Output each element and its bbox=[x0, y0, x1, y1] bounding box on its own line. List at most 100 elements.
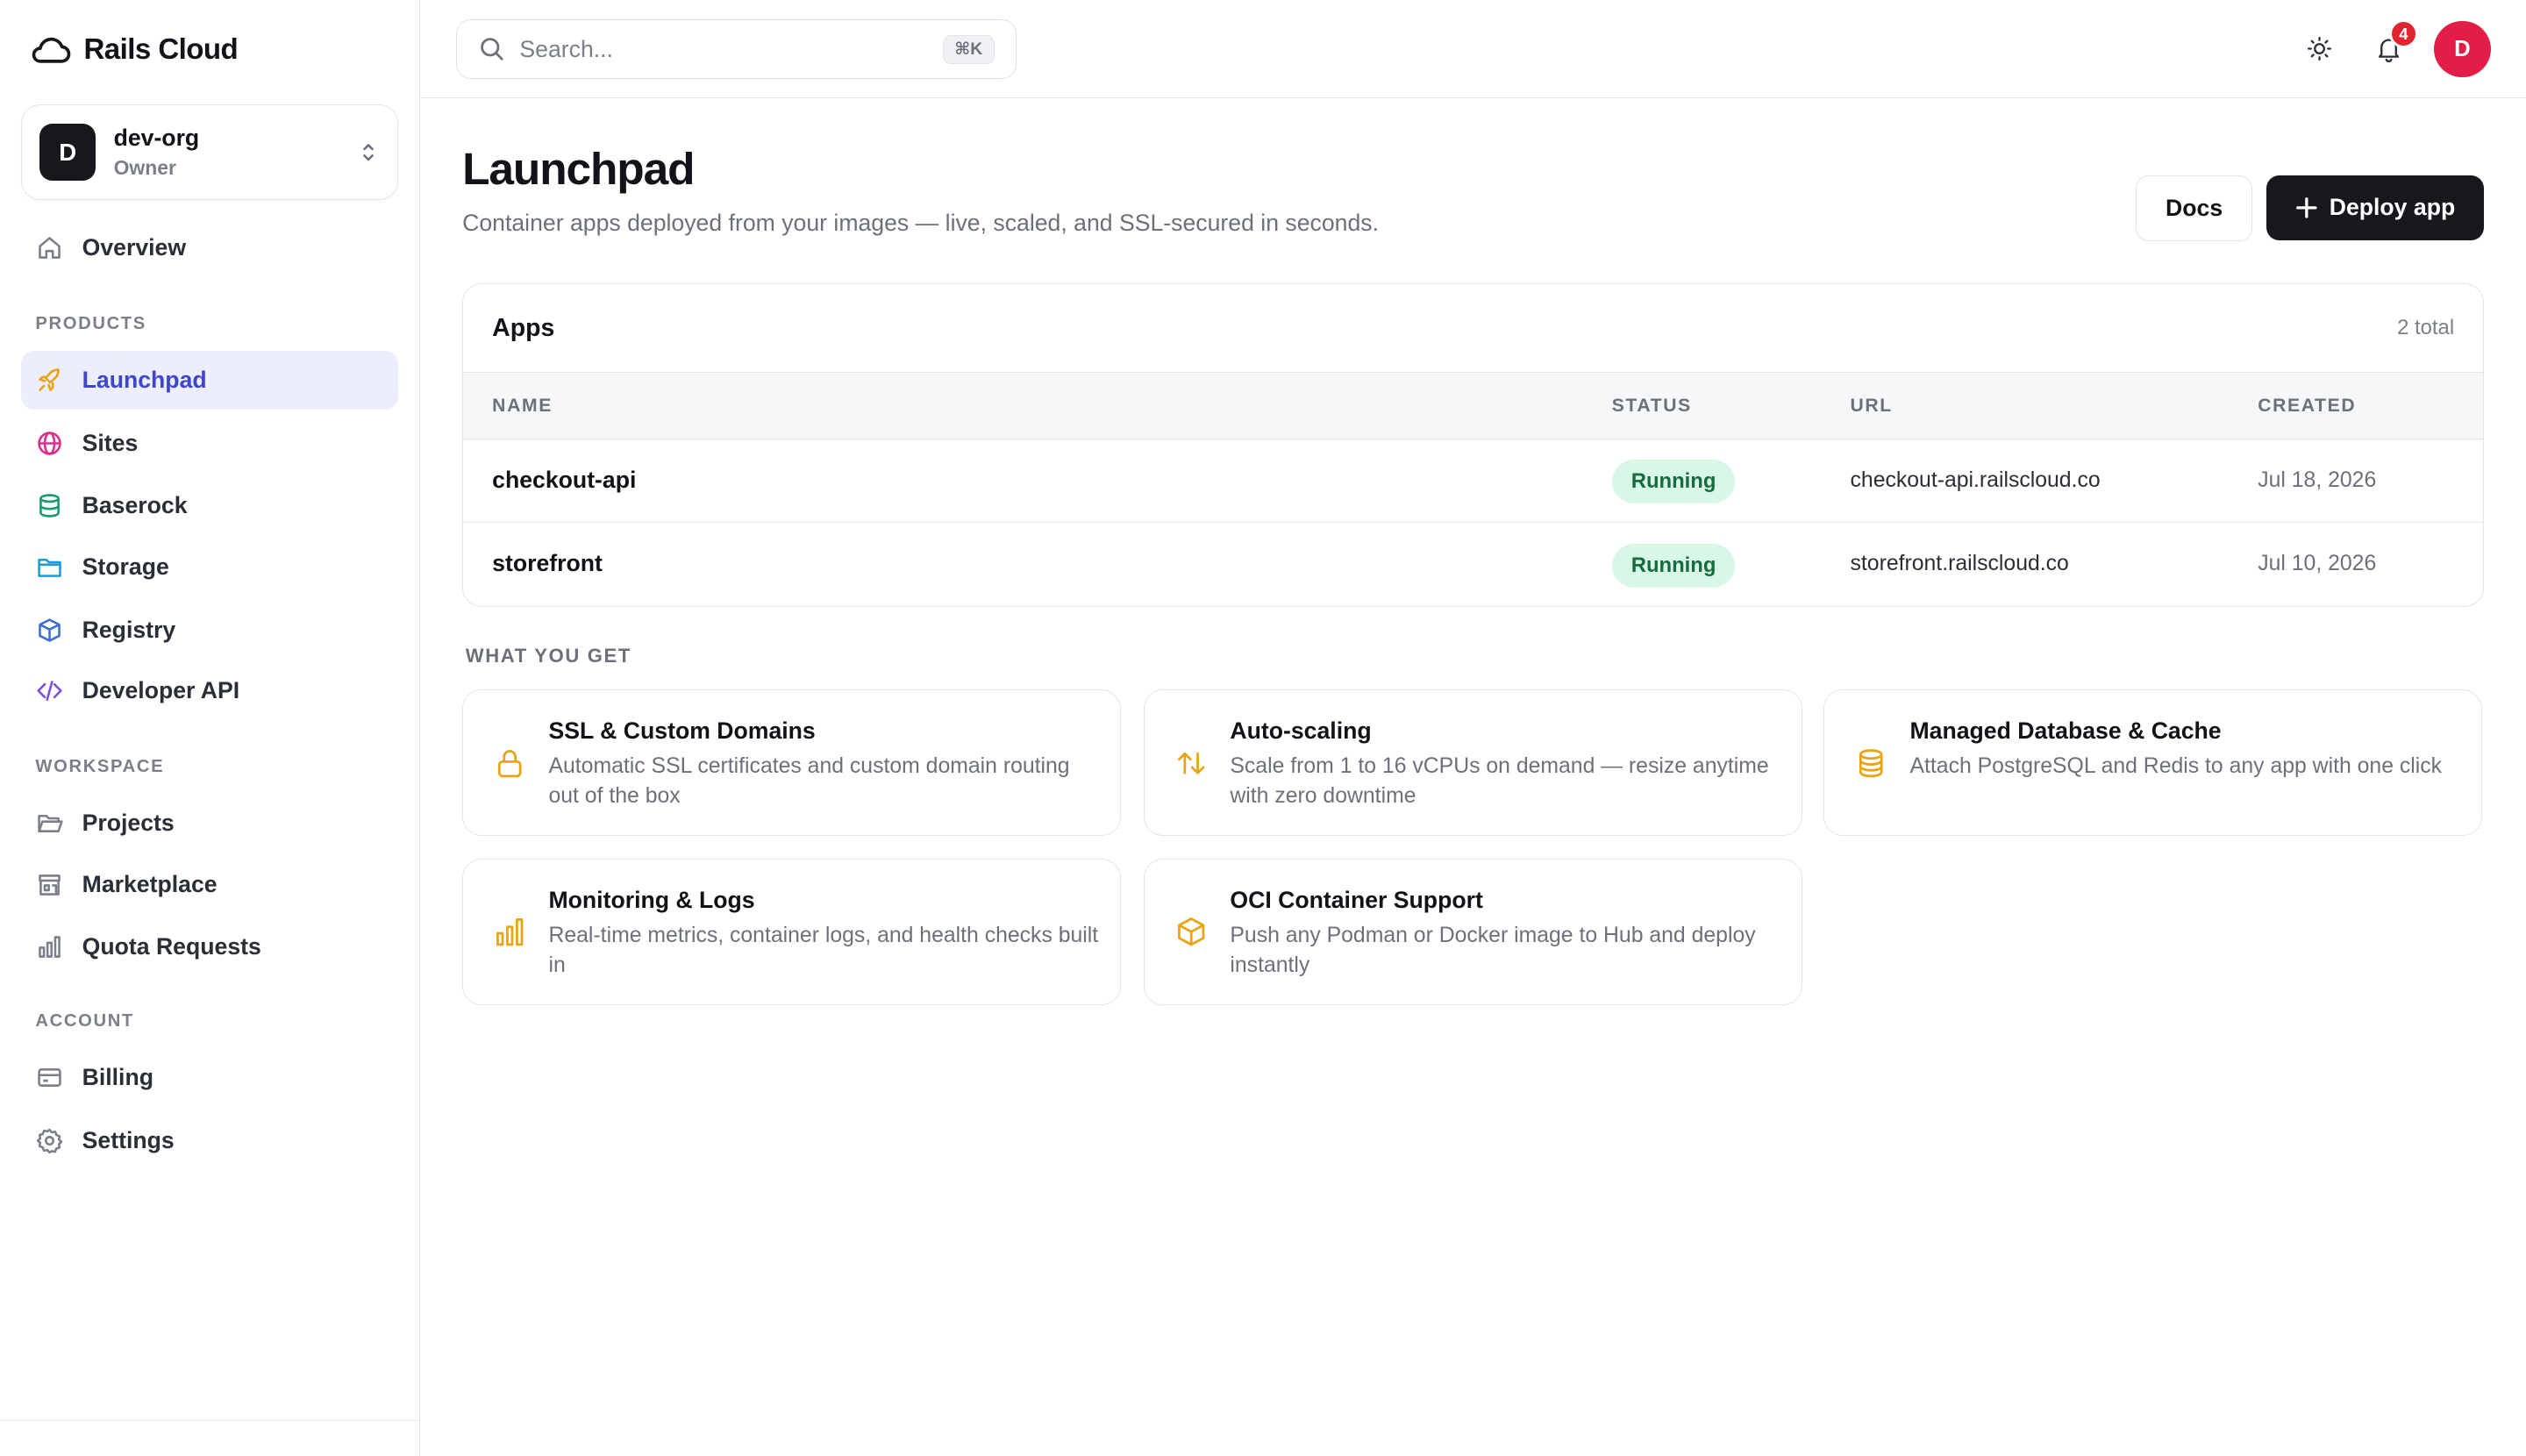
cloud-logo-icon bbox=[32, 37, 71, 63]
database-icon bbox=[35, 491, 64, 520]
bar-chart-icon bbox=[496, 918, 524, 946]
sidebar-divider bbox=[0, 1419, 419, 1421]
feature-card-ssl: SSL & Custom Domains Automatic SSL certi… bbox=[462, 689, 1122, 837]
org-avatar: D bbox=[39, 124, 96, 181]
feature-card-oci: OCI Container Support Push any Podman or… bbox=[1144, 858, 1803, 1006]
sidebar-item-label: Quota Requests bbox=[82, 933, 261, 960]
theme-toggle-button[interactable] bbox=[2303, 32, 2336, 65]
status-badge: Running bbox=[1611, 543, 1736, 588]
table-head: NAME STATUS URL CREATED bbox=[463, 373, 2484, 439]
sidebar-item-label: Sites bbox=[82, 429, 139, 456]
column-header-status[interactable]: STATUS bbox=[1612, 396, 1692, 417]
feature-card-autoscaling: Auto-scaling Scale from 1 to 16 vCPUs on… bbox=[1144, 689, 1803, 837]
sidebar-item-sites[interactable]: Sites bbox=[21, 414, 398, 472]
sidebar-item-baserock[interactable]: Baserock bbox=[21, 477, 398, 535]
folder-icon bbox=[35, 553, 64, 582]
feature-card-database: Managed Database & Cache Attach PostgreS… bbox=[1823, 689, 2483, 837]
feature-description: Real-time metrics, container logs, and h… bbox=[548, 923, 1099, 977]
rocket-icon bbox=[35, 366, 64, 395]
app-url[interactable]: checkout-api.railscloud.co bbox=[1851, 468, 2101, 493]
lock-icon bbox=[498, 749, 522, 777]
column-header-name[interactable]: NAME bbox=[492, 396, 553, 417]
sidebar-item-projects[interactable]: Projects bbox=[21, 794, 398, 852]
feature-description: Automatic SSL certificates and custom do… bbox=[548, 753, 1070, 808]
user-avatar[interactable]: D bbox=[2434, 20, 2491, 78]
arrows-up-down-icon bbox=[1178, 752, 1205, 774]
sidebar-item-label: Baserock bbox=[82, 492, 188, 519]
apps-count: 2 total bbox=[2397, 316, 2455, 340]
sidebar-item-registry[interactable]: Registry bbox=[21, 601, 398, 659]
brand-name: Rails Cloud bbox=[83, 32, 239, 66]
sidebar-item-label: Marketplace bbox=[82, 870, 218, 897]
sidebar-item-launchpad[interactable]: Launchpad bbox=[20, 351, 398, 410]
feature-description: Scale from 1 to 16 vCPUs on demand — res… bbox=[1230, 753, 1769, 808]
table-row[interactable]: storefront Running storefront.railscloud… bbox=[463, 523, 2483, 606]
search-icon bbox=[480, 38, 503, 61]
search-input[interactable]: Search... ⌘K bbox=[455, 19, 1017, 79]
search-shortcut-badge: ⌘K bbox=[942, 34, 995, 64]
app-created-date: Jul 10, 2026 bbox=[2258, 552, 2377, 576]
column-header-created[interactable]: CREATED bbox=[2258, 396, 2356, 417]
deploy-app-label: Deploy app bbox=[2329, 194, 2456, 221]
org-role: Owner bbox=[113, 156, 176, 180]
code-icon bbox=[35, 676, 64, 705]
box-icon bbox=[35, 616, 64, 645]
section-label-workspace: WORKSPACE bbox=[35, 757, 165, 777]
app-name[interactable]: checkout-api bbox=[492, 467, 636, 494]
bar-chart-icon bbox=[35, 932, 64, 961]
app-url[interactable]: storefront.railscloud.co bbox=[1851, 552, 2069, 576]
feature-title: OCI Container Support bbox=[1230, 887, 1483, 914]
org-name: dev-org bbox=[113, 124, 200, 151]
brand[interactable]: Rails Cloud bbox=[29, 31, 239, 69]
feature-title: Managed Database & Cache bbox=[1909, 717, 2222, 745]
apps-table-card: Apps 2 total NAME STATUS URL CREATED che… bbox=[462, 283, 2485, 608]
sidebar-item-marketplace[interactable]: Marketplace bbox=[21, 855, 398, 913]
sidebar-item-label: Storage bbox=[82, 553, 169, 580]
section-label-account: ACCOUNT bbox=[35, 1011, 134, 1031]
section-label-products: PRODUCTS bbox=[35, 314, 146, 334]
sidebar-item-overview[interactable]: Overview bbox=[21, 219, 398, 277]
org-switcher[interactable]: D dev-org Owner bbox=[20, 104, 398, 200]
deploy-app-button[interactable]: Deploy app bbox=[2266, 175, 2485, 240]
globe-icon bbox=[35, 429, 64, 458]
feature-card-monitoring: Monitoring & Logs Real-time metrics, con… bbox=[462, 858, 1122, 1006]
app-name[interactable]: storefront bbox=[492, 550, 603, 577]
what-you-get-label: WHAT YOU GET bbox=[465, 644, 632, 667]
page-subtitle: Container apps deployed from your images… bbox=[462, 209, 1379, 236]
status-badge: Running bbox=[1611, 460, 1736, 504]
sun-icon bbox=[2308, 36, 2332, 61]
column-header-url[interactable]: URL bbox=[1851, 396, 1893, 417]
folder-open-icon bbox=[35, 809, 64, 838]
sidebar-item-label: Settings bbox=[82, 1126, 175, 1153]
sidebar-item-label: Launchpad bbox=[82, 366, 207, 393]
main-content: Search... ⌘K 4 D Launchpad Container app… bbox=[420, 0, 2526, 1456]
home-icon bbox=[35, 233, 64, 262]
apps-title: Apps bbox=[492, 313, 555, 342]
notification-count-badge: 4 bbox=[2388, 19, 2418, 49]
apps-table-header: Apps 2 total bbox=[463, 284, 2484, 374]
sidebar-item-settings[interactable]: Settings bbox=[21, 1111, 398, 1169]
chevron-up-down-icon bbox=[362, 144, 374, 161]
docs-button[interactable]: Docs bbox=[2136, 175, 2252, 242]
app-created-date: Jul 18, 2026 bbox=[2258, 467, 2377, 492]
store-icon bbox=[35, 870, 64, 899]
sidebar-item-label: Billing bbox=[82, 1064, 153, 1091]
table-row[interactable]: checkout-api Running checkout-api.railsc… bbox=[463, 439, 2484, 524]
sidebar: Rails Cloud D dev-org Owner Overview PRO… bbox=[0, 0, 421, 1456]
sidebar-item-quota-requests[interactable]: Quota Requests bbox=[21, 918, 398, 976]
sidebar-item-billing[interactable]: Billing bbox=[21, 1049, 398, 1107]
feature-title: Monitoring & Logs bbox=[548, 887, 755, 914]
package-icon bbox=[1178, 917, 1205, 946]
sidebar-item-label: Overview bbox=[82, 234, 187, 261]
plus-icon bbox=[2296, 197, 2317, 218]
feature-title: SSL & Custom Domains bbox=[548, 717, 816, 745]
search-placeholder: Search... bbox=[519, 35, 613, 62]
feature-title: Auto-scaling bbox=[1230, 717, 1372, 745]
sidebar-item-storage[interactable]: Storage bbox=[21, 538, 398, 596]
sidebar-item-developer-api[interactable]: Developer API bbox=[21, 662, 398, 720]
credit-card-icon bbox=[35, 1063, 64, 1092]
sidebar-item-label: Projects bbox=[82, 810, 175, 837]
topbar: Search... ⌘K 4 D bbox=[420, 0, 2526, 99]
feature-description: Push any Podman or Docker image to Hub a… bbox=[1230, 923, 1756, 977]
sidebar-item-label: Developer API bbox=[82, 677, 240, 704]
